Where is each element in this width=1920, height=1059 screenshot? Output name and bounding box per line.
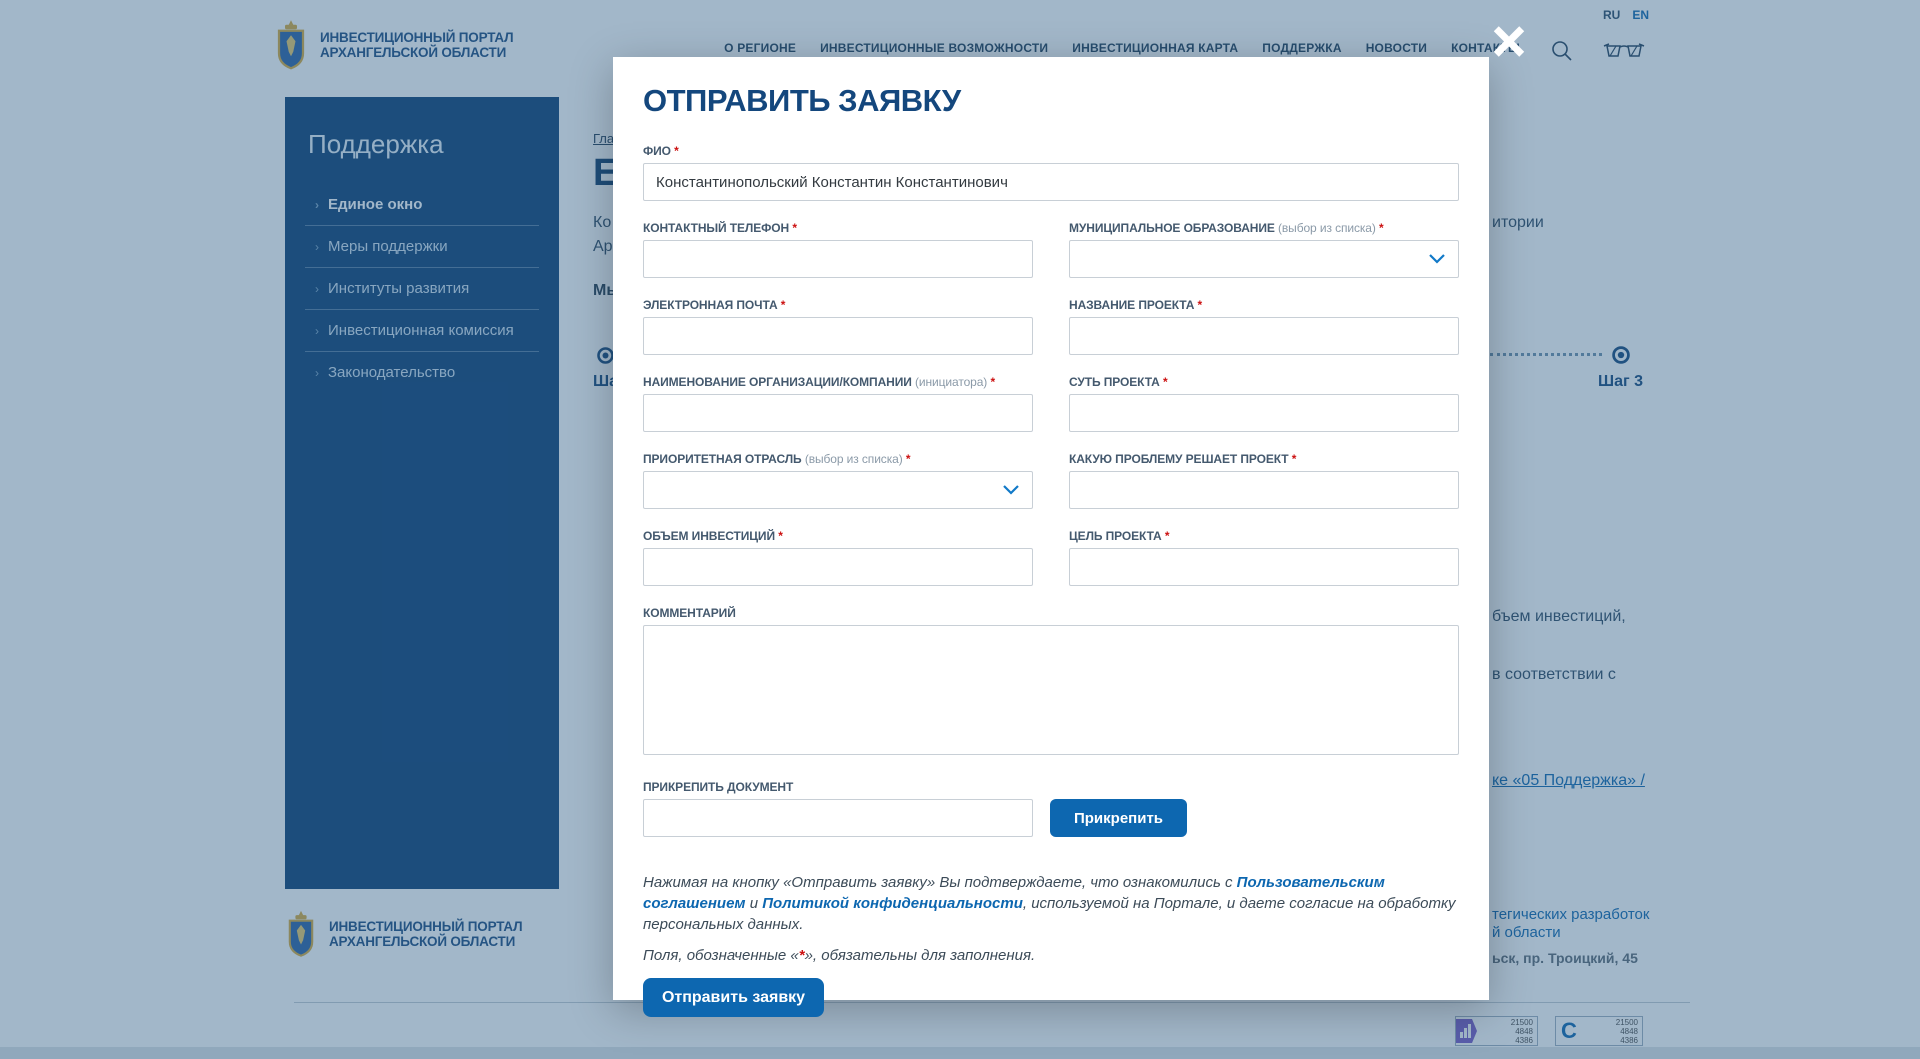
- privacy-policy-link[interactable]: Политикой конфиденциальности: [762, 895, 1023, 912]
- field-problem: КАКУЮ ПРОБЛЕМУ РЕШАЕТ ПРОЕКТ *: [1069, 451, 1459, 509]
- submit-application-modal: ОТПРАВИТЬ ЗАЯВКУ ФИО * КОНТАКТНЫЙ ТЕЛЕФО…: [613, 57, 1489, 1000]
- essence-input[interactable]: [1069, 394, 1459, 432]
- comment-textarea[interactable]: [643, 625, 1459, 755]
- required-fields-note: Поля, обозначенные «*», обязательны для …: [643, 947, 1459, 964]
- field-goal-label: ЦЕЛЬ ПРОЕКТА *: [1069, 528, 1459, 544]
- field-essence-label: СУТЬ ПРОЕКТА *: [1069, 374, 1459, 390]
- field-phone-label: КОНТАКТНЫЙ ТЕЛЕФОН *: [643, 220, 1033, 236]
- phone-input[interactable]: [643, 240, 1033, 278]
- close-icon[interactable]: [1494, 26, 1524, 56]
- modal-title: ОТПРАВИТЬ ЗАЯВКУ: [643, 83, 1459, 119]
- field-municipality-label: МУНИЦИПАЛЬНОЕ ОБРАЗОВАНИЕ (выбор из спис…: [1069, 220, 1459, 236]
- field-industry: ПРИОРИТЕТНАЯ ОТРАСЛЬ (выбор из списка) *: [643, 451, 1033, 509]
- investment-input[interactable]: [643, 548, 1033, 586]
- project-name-input[interactable]: [1069, 317, 1459, 355]
- field-municipality: МУНИЦИПАЛЬНОЕ ОБРАЗОВАНИЕ (выбор из спис…: [1069, 220, 1459, 278]
- field-phone: КОНТАКТНЫЙ ТЕЛЕФОН *: [643, 220, 1033, 278]
- fio-input[interactable]: [643, 163, 1459, 201]
- page: ИНВЕСТИЦИОННЫЙ ПОРТАЛ АРХАНГЕЛЬСКОЙ ОБЛА…: [0, 0, 1920, 1059]
- field-attach-label: ПРИКРЕПИТЬ ДОКУМЕНТ: [643, 779, 1459, 795]
- email-input[interactable]: [643, 317, 1033, 355]
- field-goal: ЦЕЛЬ ПРОЕКТА *: [1069, 528, 1459, 586]
- goal-input[interactable]: [1069, 548, 1459, 586]
- field-project-name: НАЗВАНИЕ ПРОЕКТА *: [1069, 297, 1459, 355]
- field-project-name-label: НАЗВАНИЕ ПРОЕКТА *: [1069, 297, 1459, 313]
- field-email: ЭЛЕКТРОННАЯ ПОЧТА *: [643, 297, 1033, 355]
- field-problem-label: КАКУЮ ПРОБЛЕМУ РЕШАЕТ ПРОЕКТ *: [1069, 451, 1459, 467]
- field-organization: НАИМЕНОВАНИЕ ОРГАНИЗАЦИИ/КОМПАНИИ (иници…: [643, 374, 1033, 432]
- field-fio: ФИО *: [643, 143, 1459, 201]
- field-organization-label: НАИМЕНОВАНИЕ ОРГАНИЗАЦИИ/КОМПАНИИ (иници…: [643, 374, 1033, 390]
- field-fio-label: ФИО *: [643, 143, 1459, 159]
- submit-application-button[interactable]: Отправить заявку: [643, 978, 824, 1017]
- field-investment-label: ОБЪЕМ ИНВЕСТИЦИЙ *: [643, 528, 1033, 544]
- field-essence: СУТЬ ПРОЕКТА *: [1069, 374, 1459, 432]
- municipality-select[interactable]: [1069, 240, 1459, 278]
- organization-input[interactable]: [643, 394, 1033, 432]
- field-email-label: ЭЛЕКТРОННАЯ ПОЧТА *: [643, 297, 1033, 313]
- field-comment-label: КОММЕНТАРИЙ: [643, 605, 1459, 621]
- application-form: ФИО * КОНТАКТНЫЙ ТЕЛЕФОН * МУНИЦИПАЛЬНОЕ…: [643, 143, 1459, 856]
- field-comment: КОММЕНТАРИЙ: [643, 605, 1459, 760]
- industry-select[interactable]: [643, 471, 1033, 509]
- field-attach: ПРИКРЕПИТЬ ДОКУМЕНТ Прикрепить: [643, 779, 1459, 837]
- field-investment: ОБЪЕМ ИНВЕСТИЦИЙ *: [643, 528, 1033, 586]
- attach-file-input[interactable]: [643, 799, 1033, 837]
- field-industry-label: ПРИОРИТЕТНАЯ ОТРАСЛЬ (выбор из списка) *: [643, 451, 1033, 467]
- problem-input[interactable]: [1069, 471, 1459, 509]
- attach-button[interactable]: Прикрепить: [1050, 799, 1187, 837]
- legal-text: Нажимая на кнопку «Отправить заявку» Вы …: [643, 872, 1459, 935]
